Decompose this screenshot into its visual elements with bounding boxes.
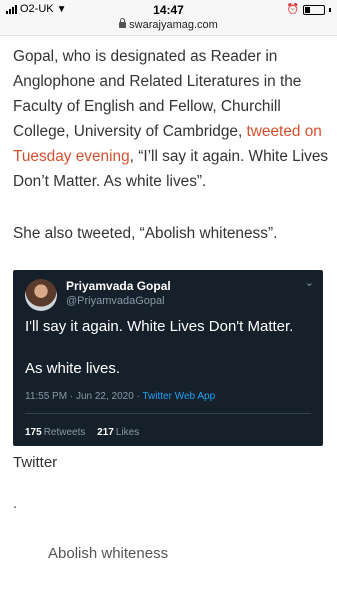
address-bar[interactable]: swarajyamag.com (0, 16, 337, 36)
tweet-meta: 11:55 PM · Jun 22, 2020 · Twitter Web Ap… (25, 391, 215, 402)
meta-separator: · (133, 391, 143, 402)
tweet-author-name[interactable]: Priyamvada Gopal (66, 279, 171, 293)
article-paragraph-2: She also tweeted, “Abolish whiteness”. (13, 225, 278, 242)
chevron-down-icon[interactable]: ⌄ (305, 276, 314, 289)
likes-label[interactable]: Likes (116, 427, 139, 438)
battery-tip (329, 7, 331, 12)
embed-caption: Twitter (13, 454, 58, 471)
likes-count[interactable]: 217 (97, 427, 114, 438)
tweet-author-handle[interactable]: @PriyamvadaGopal (66, 295, 165, 307)
avatar[interactable] (25, 279, 57, 311)
embedded-tweet[interactable]: Priyamvada Gopal @PriyamvadaGopal ⌄ I'll… (13, 270, 323, 446)
tweet-text: I'll say it again. White Lives Don't Mat… (25, 318, 294, 335)
battery-icon (303, 4, 325, 15)
tweet-source-app[interactable]: Twitter Web App (143, 391, 216, 402)
sub-heading: Abolish whiteness (48, 545, 169, 562)
tweet-stats: 175 Retweets 217 Likes (25, 427, 139, 438)
article-paragraph: Gopal, who is designated as Reader in An… (13, 44, 329, 194)
battery-level (305, 6, 310, 13)
retweets-count[interactable]: 175 (25, 427, 42, 438)
lock-icon (119, 18, 127, 29)
article-body: Gopal, who is designated as Reader in An… (13, 44, 329, 246)
status-right: ⏰ (287, 4, 331, 15)
divider (25, 413, 311, 414)
tweet-timestamp[interactable]: 11:55 PM · Jun 22, 2020 (25, 391, 134, 402)
retweets-label[interactable]: Retweets (44, 427, 86, 438)
url-text[interactable]: swarajyamag.com (129, 19, 218, 31)
tweet-text-line-2: As white lives. (25, 360, 121, 377)
alarm-icon: ⏰ (286, 4, 299, 15)
separator-dot: . (13, 495, 18, 512)
